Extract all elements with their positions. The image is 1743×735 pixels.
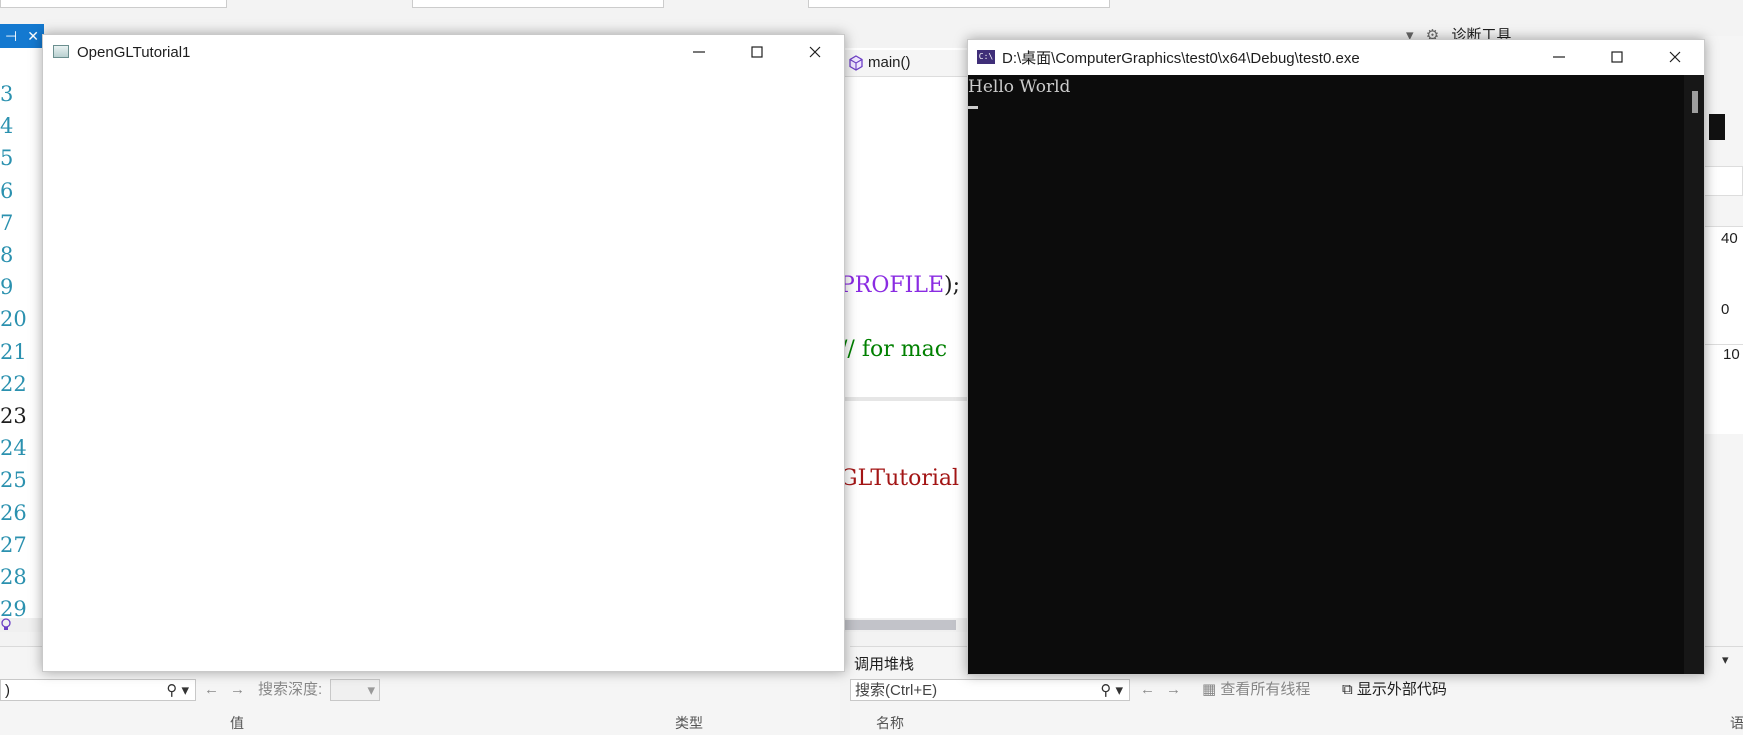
ide-toolbar: ▾ ⚙ 诊断工具	[0, 0, 1743, 44]
column-header-type[interactable]: 类型	[675, 713, 703, 733]
call-stack-search-input[interactable]: 搜索(Ctrl+E) ⚲ ▾	[850, 679, 1130, 701]
axis-value: 0	[1721, 301, 1730, 318]
line-number: 23	[0, 404, 27, 428]
console-output-area[interactable]: Hello World	[968, 75, 1684, 674]
console-output-text: Hello World	[968, 77, 1071, 97]
function-navigation-bar[interactable]: main()	[840, 50, 968, 77]
search-icon[interactable]: ⚲ ▾	[1100, 680, 1123, 702]
minimize-icon	[693, 51, 705, 53]
close-button[interactable]	[786, 35, 844, 69]
horizontal-scrollbar-thumb[interactable]	[840, 620, 956, 630]
code-macro-text: PROFILE	[840, 273, 945, 298]
forward-arrow-icon[interactable]: →	[1166, 679, 1181, 701]
console-vertical-scrollbar[interactable]	[1684, 75, 1704, 674]
line-number: 5	[0, 146, 14, 171]
line-number: 24	[0, 436, 27, 461]
line-number: 27	[0, 532, 27, 557]
console-window[interactable]: C:\ D:\桌面\ComputerGraphics\test0\x64\Deb…	[967, 39, 1705, 675]
search-icon[interactable]: ⚲ ▾	[166, 680, 189, 702]
code-string: GLTutorial	[840, 466, 960, 491]
toolbar-combo[interactable]	[0, 0, 227, 8]
search-depth-label: 搜索深度:	[258, 681, 323, 698]
axis-value: 10	[1723, 346, 1740, 363]
minimize-button[interactable]	[670, 35, 728, 69]
line-number: 4	[0, 114, 14, 139]
maximize-button[interactable]	[1588, 40, 1646, 74]
column-header-lang[interactable]: 语	[1730, 713, 1743, 733]
method-icon	[849, 55, 863, 71]
view-all-threads-button[interactable]: ▦ 查看所有线程	[1202, 679, 1310, 701]
line-number: 9	[0, 275, 14, 300]
chevron-down-icon[interactable]: ▾	[1722, 652, 1729, 668]
nav-function-name: main()	[868, 54, 911, 71]
axis-value: 40	[1721, 230, 1738, 247]
show-external-code-button[interactable]: ⧉ 显示外部代码	[1342, 679, 1447, 701]
line-number: 3	[0, 82, 14, 106]
call-stack-title: 调用堆栈	[854, 656, 915, 673]
lightbulb-icon[interactable]	[0, 618, 12, 632]
opengl-render-area[interactable]	[43, 69, 844, 671]
search-depth-select[interactable]: ▾	[330, 679, 380, 701]
line-number: 7	[0, 210, 14, 235]
console-window-title: D:\桌面\ComputerGraphics\test0\x64\Debug\t…	[1002, 50, 1360, 67]
external-code-icon: ⧉	[1342, 681, 1357, 698]
toolbar-combo[interactable]	[808, 0, 1110, 8]
locals-search-input[interactable]: ) ⚲ ▾	[0, 679, 196, 701]
text-cursor	[968, 106, 978, 109]
back-arrow-icon[interactable]: ←	[204, 679, 219, 701]
line-number: 26	[0, 500, 27, 525]
line-number: 21	[0, 339, 27, 364]
code-comment: // for mac	[840, 337, 948, 362]
line-number: 8	[0, 243, 14, 267]
code-punct: );	[944, 273, 961, 298]
column-header-name[interactable]: 名称	[876, 713, 904, 733]
opengl-window-titlebar[interactable]: OpenGLTutorial1	[43, 35, 844, 69]
line-number: 28	[0, 565, 27, 589]
minimize-icon	[1553, 56, 1565, 58]
close-button[interactable]	[1646, 40, 1704, 74]
maximize-icon	[1611, 51, 1623, 63]
scrollbar-thumb[interactable]	[1692, 91, 1698, 113]
graph-marker	[1709, 114, 1725, 140]
toolbar-combo[interactable]	[412, 0, 664, 8]
graph-box	[1703, 166, 1743, 196]
close-icon[interactable]: ✕	[27, 28, 39, 45]
opengl-window[interactable]: OpenGLTutorial1	[42, 34, 845, 672]
threads-icon: ▦	[1202, 681, 1221, 698]
locals-search-value: )	[5, 682, 10, 699]
tool-window-tab[interactable]: ⊣ ✕	[0, 24, 44, 48]
column-header-value[interactable]: 值	[230, 713, 244, 733]
code-macro: PROFILE);	[840, 273, 960, 299]
diagnostic-tools-panel: 40 0 10	[1703, 36, 1743, 646]
line-number: 22	[0, 371, 27, 396]
chevron-down-icon: ▾	[367, 682, 375, 699]
show-external-code-label: 显示外部代码	[1356, 681, 1447, 698]
maximize-button[interactable]	[728, 35, 786, 69]
console-app-icon: C:\	[977, 50, 995, 64]
pin-icon[interactable]: ⊣	[5, 28, 17, 45]
view-all-threads-label: 查看所有线程	[1220, 681, 1311, 698]
forward-arrow-icon[interactable]: →	[230, 679, 245, 701]
opengl-window-title: OpenGLTutorial1	[77, 43, 191, 61]
code-separator	[840, 397, 968, 401]
minimize-button[interactable]	[1530, 40, 1588, 74]
close-icon	[809, 46, 821, 58]
call-stack-search-placeholder: 搜索(Ctrl+E)	[855, 682, 938, 699]
console-window-titlebar[interactable]: C:\ D:\桌面\ComputerGraphics\test0\x64\Deb…	[968, 40, 1704, 75]
close-icon	[1669, 51, 1681, 63]
app-window-icon	[53, 45, 69, 58]
back-arrow-icon[interactable]: ←	[1140, 679, 1155, 701]
line-number: 20	[0, 307, 27, 332]
maximize-icon	[751, 46, 763, 58]
line-number: 6	[0, 178, 14, 203]
line-number: 25	[0, 468, 27, 493]
